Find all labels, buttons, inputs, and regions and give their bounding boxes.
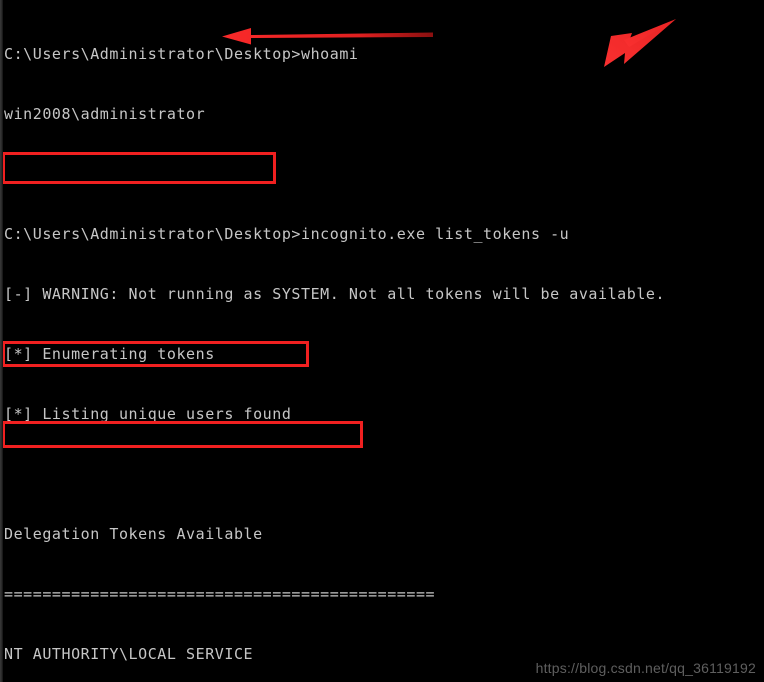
window-left-edge — [0, 0, 3, 682]
console-output-area[interactable]: C:\Users\Administrator\Desktop>whoami wi… — [4, 4, 760, 682]
delegation-tokens-heading: Delegation Tokens Available — [4, 525, 263, 543]
console-line-warning: [-] WARNING: Not running as SYSTEM. Not … — [4, 285, 666, 303]
console-line-enumerating: [*] Enumerating tokens — [4, 345, 215, 363]
console-line-whoami-output: win2008\administrator — [4, 105, 206, 123]
console-line-prompt-incognito: C:\Users\Administrator\Desktop>incognito… — [4, 225, 570, 243]
console-line-blank-1 — [4, 164, 760, 184]
delegation-separator: ========================================… — [4, 585, 436, 603]
console-line-blank-2 — [4, 464, 760, 484]
console-line-listing: [*] Listing unique users found — [4, 405, 292, 423]
command-prompt-window[interactable]: C:\Users\Administrator\Desktop>whoami wi… — [0, 0, 764, 682]
watermark-url: https://blog.csdn.net/qq_36119192 — [535, 660, 756, 676]
console-line-prompt-whoami: C:\Users\Administrator\Desktop>whoami — [4, 45, 359, 63]
